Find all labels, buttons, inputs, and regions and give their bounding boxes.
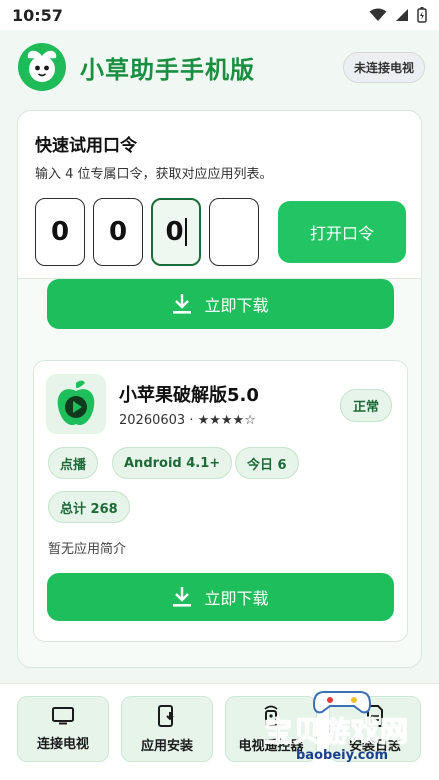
tag-android-version: Android 4.1+ <box>112 447 233 479</box>
text-caret <box>184 218 187 246</box>
app-title: 小草助手手机版 <box>80 55 255 84</box>
code-digit-2[interactable]: 0 <box>93 198 143 266</box>
app-header: 小草助手手机版 未连接电视 <box>0 30 439 104</box>
tv-icon <box>52 706 74 724</box>
nav-connect-tv-label: 连接电视 <box>36 736 89 752</box>
status-bar: 10:57 <box>0 0 439 30</box>
connection-status-badge[interactable]: 未连接电视 <box>342 51 425 83</box>
watermark: 宝贝游戏网 baobeiy.com <box>254 686 424 776</box>
app-icon <box>46 374 106 434</box>
tag-total-count: 总计 268 <box>48 491 130 523</box>
code-digit-1[interactable]: 0 <box>35 198 85 266</box>
nav-app-install-label: 应用安装 <box>140 738 193 754</box>
meta-separator: · <box>189 413 198 428</box>
app-status-badge: 正常 <box>340 389 393 422</box>
app-description: 暂无应用简介 <box>48 542 127 557</box>
watermark-text: 宝贝游戏网 <box>263 714 410 748</box>
download-icon <box>173 294 192 314</box>
quick-code-description: 输入 4 位专属口令，获取对应应用列表。 <box>35 167 273 182</box>
download-label: 立即下载 <box>204 589 269 608</box>
nav-connect-tv[interactable]: 连接电视 <box>17 696 109 762</box>
code-digit-3[interactable]: 0 <box>151 198 201 266</box>
quick-code-title: 快速试用口令 <box>35 136 137 156</box>
green-apple-play-icon <box>57 380 95 426</box>
phone-download-icon <box>158 704 174 727</box>
download-icon <box>173 587 192 607</box>
download-button[interactable]: 立即下载 <box>47 573 394 621</box>
wifi-icon <box>369 8 387 21</box>
code-digit-1-value: 0 <box>50 217 70 247</box>
app-rating: ★★★★☆ <box>197 413 256 428</box>
status-icons <box>369 7 427 23</box>
app-version-date: 20260603 <box>119 413 186 428</box>
sprout-mascot-icon <box>27 50 57 82</box>
watermark-url: baobeiy.com <box>296 748 388 763</box>
main-card: 快速试用口令 输入 4 位专属口令，获取对应应用列表。 0 0 0 打开口令 立… <box>17 110 422 668</box>
signal-icon <box>396 9 408 21</box>
app-meta: 20260603 · ★★★★☆ <box>119 413 256 428</box>
open-code-button[interactable]: 打开口令 <box>278 201 406 263</box>
code-digit-4[interactable] <box>209 198 259 266</box>
app-logo <box>18 43 66 91</box>
code-digit-3-value: 0 <box>165 217 184 247</box>
status-time: 10:57 <box>12 5 63 25</box>
download-label: 立即下载 <box>204 296 269 315</box>
download-button-previous[interactable]: 立即下载 <box>47 279 394 329</box>
app-name: 小苹果破解版5.0 <box>119 385 259 406</box>
code-digit-2-value: 0 <box>108 217 128 247</box>
nav-app-install[interactable]: 应用安装 <box>121 696 213 762</box>
quick-code-panel: 快速试用口令 输入 4 位专属口令，获取对应应用列表。 0 0 0 打开口令 <box>18 111 421 279</box>
tag-type: 点播 <box>48 447 99 479</box>
app-card: 小苹果破解版5.0 20260603 · ★★★★☆ 正常 点播 Android… <box>33 360 408 642</box>
battery-icon <box>417 7 427 23</box>
tag-today-count: 今日 6 <box>235 447 299 479</box>
